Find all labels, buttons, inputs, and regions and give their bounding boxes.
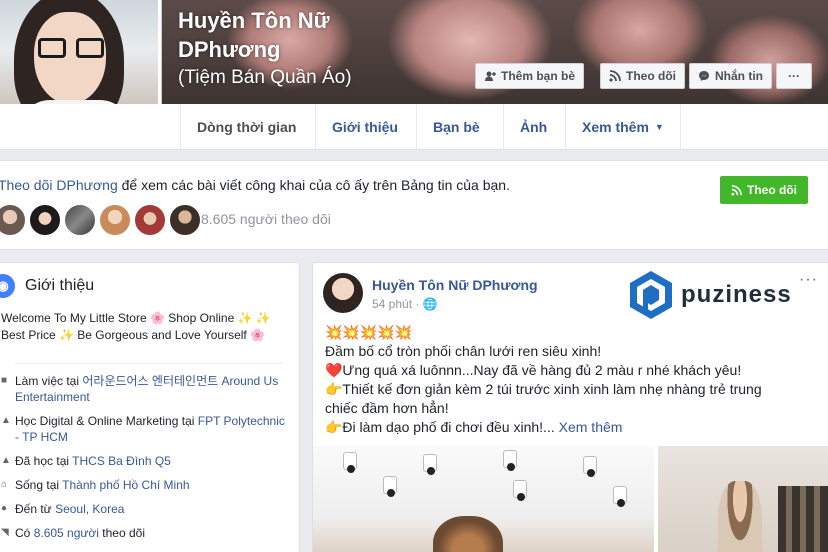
add-friend-label: Thêm bạn bè [501,69,576,83]
tab-photos[interactable]: Ảnh [503,104,563,149]
post-line: 💥💥💥💥💥 [325,324,413,340]
post-card: Huyền Tôn Nữ DPhương 54 phút · 🌐 puzines… [312,262,828,552]
follow-prompt-card: Theo dõi DPhương để xem các bài viết côn… [0,160,828,250]
follower-avatar[interactable] [64,204,96,236]
follower-avatar[interactable] [169,204,201,236]
see-more-link[interactable]: Xem thêm [555,419,623,435]
tab-photos-label: Ảnh [520,118,548,135]
post-text: 💥💥💥💥💥 Đầm bố cổ tròn phối chân lưới ren … [325,323,795,437]
intro-bio: Welcome To My Little Store 🌸 Shop Online… [1,310,291,344]
puziness-logo-text: puziness [681,281,792,308]
post-timestamp[interactable]: 54 phút · 🌐 [372,297,438,311]
intro-study: ▲ Học Digital & Online Marketing tại FPT… [1,413,291,445]
bio-line: Welcome To My Little Store 🌸 Shop Online… [1,311,271,325]
follow-prompt-text: Theo dõi DPhương để xem các bài viết côn… [0,177,510,193]
caret-down-icon: ▼ [654,121,664,132]
puziness-watermark: puziness [627,269,792,321]
follower-avatar[interactable] [134,204,166,236]
intro-row-prefix: Làm việc tại [15,374,83,388]
messenger-icon [699,71,709,81]
post-photo[interactable] [313,446,654,552]
follow-green-label: Theo dõi [747,183,797,197]
post-author-avatar[interactable] [323,273,363,313]
intro-row-prefix: Đến từ [15,502,56,516]
globe-icon: ◉ [0,274,15,298]
more-options-icon: ··· [788,69,800,83]
profile-name[interactable]: Huyền Tôn Nữ DPhương [178,6,438,64]
more-options-button[interactable]: ··· [776,63,812,89]
tab-more[interactable]: Xem thêm ▼ [565,104,680,149]
intro-row-link[interactable]: THCS Ba Đình Q5 [72,454,171,468]
intro-row-suffix: theo dõi [98,526,146,540]
follower-avatar[interactable] [99,204,131,236]
intro-from: ● Đến từ Seoul, Korea [1,501,291,517]
intro-row-prefix: Sống tại [15,478,63,492]
follower-avatar[interactable] [29,204,61,236]
message-button[interactable]: Nhắn tin [689,63,772,89]
rss-icon [609,70,621,82]
tab-about[interactable]: Giới thiệu [315,104,414,149]
follower-avatar[interactable] [0,204,26,236]
add-friend-icon [485,71,496,81]
intro-header: ◉ Giới thiệu [0,274,94,298]
profile-page: Huyền Tôn Nữ DPhương (Tiệm Bán Quần Áo) … [0,0,828,552]
intro-row-link[interactable]: Seoul, Korea [55,502,124,516]
intro-row-prefix: Có [15,526,34,540]
profile-alternate-name: (Tiệm Bán Quần Áo) [178,67,352,88]
intro-divider [15,363,283,364]
intro-work: ■ Làm việc tại 어라운드어스 엔터테인먼트 Around Us E… [1,373,291,405]
intro-school: ▲ Đã học tại THCS Ba Đình Q5 [1,453,291,469]
post-options-icon[interactable]: ··· [799,271,818,289]
tab-friends[interactable]: Bạn bè [416,104,496,149]
post-line: 👉Đi làm dạo phố đi chơi đều xinh!... [325,419,555,435]
follow-green-button[interactable]: Theo dõi [720,176,808,204]
graduation-cap-icon: ▲ [1,415,11,426]
rss-icon [731,184,742,196]
bio-line: Best Price ✨ Be Gorgeous and Love Yourse… [1,328,266,342]
tab-timeline[interactable]: Dòng thời gian [180,104,312,149]
follow-button[interactable]: Theo dõi [600,63,685,89]
profile-tabs: Dòng thời gian Giới thiệu Bạn bè Ảnh Xem… [0,104,828,150]
add-friend-button[interactable]: Thêm bạn bè [475,63,585,89]
tab-about-label: Giới thiệu [332,118,398,135]
graduation-cap-icon: ▲ [1,455,11,466]
intro-title: Giới thiệu [25,277,95,294]
rss-icon: ◥ [1,527,9,538]
puziness-logo-icon [630,271,672,319]
follow-prompt-link[interactable]: Theo dõi DPhương [0,177,118,193]
location-pin-icon: ● [1,503,8,514]
follow-label: Theo dõi [626,69,676,83]
follower-count: 8.605 người theo dõi [201,211,331,227]
message-label: Nhắn tin [715,69,763,83]
tab-more-label: Xem thêm [582,118,649,135]
post-time-text: 54 phút · [372,297,423,311]
post-photo[interactable] [658,446,828,552]
intro-row-link[interactable]: 8.605 người [34,526,99,540]
intro-card: ◉ Giới thiệu Welcome To My Little Store … [0,262,300,552]
globe-icon: 🌐 [422,297,438,311]
intro-row-prefix: Đã học tại [15,454,73,468]
post-line: ❤️Ưng quá xá luônnn...Nay đã về hàng đủ … [325,362,742,378]
follow-prompt-rest: để xem các bài viết công khai của cô ấy … [117,177,510,193]
post-line: 👉Thiết kế đơn giản kèm 2 túi trước xinh … [325,381,762,416]
intro-row-link[interactable]: Thành phố Hồ Chí Minh [62,478,189,492]
follower-avatars [0,204,201,236]
intro-lives-in: ⌂ Sống tại Thành phố Hồ Chí Minh [1,477,291,493]
intro-row-prefix: Học Digital & Online Marketing tại [15,414,198,428]
tab-friends-label: Bạn bè [433,118,480,135]
briefcase-icon: ■ [1,375,8,386]
post-author-name[interactable]: Huyền Tôn Nữ DPhương [372,277,538,293]
post-line: Đầm bố cổ tròn phối chân lưới ren siêu x… [325,343,602,359]
tab-timeline-label: Dòng thời gian [197,118,297,135]
home-icon: ⌂ [1,479,8,490]
intro-followers: ◥ Có 8.605 người theo dõi [1,525,291,541]
